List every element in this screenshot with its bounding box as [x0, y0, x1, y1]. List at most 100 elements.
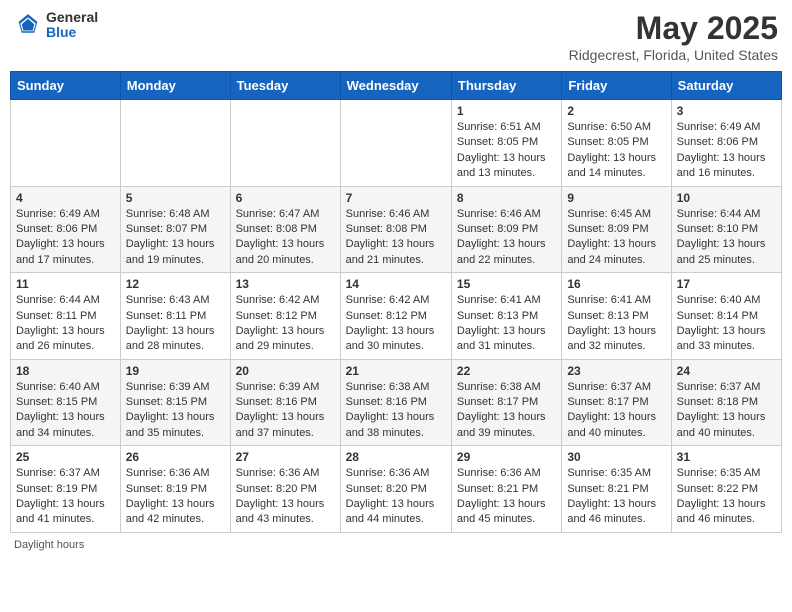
calendar-cell: 7 Sunrise: 6:46 AM Sunset: 8:08 PM Daylig…	[340, 186, 451, 273]
day-info: Sunrise: 6:43 AM Sunset: 8:11 PM Dayligh…	[126, 293, 225, 355]
day-info: Sunrise: 6:39 AM Sunset: 8:16 PM Dayligh…	[236, 380, 335, 442]
week-row-4: 18 Sunrise: 6:40 AM Sunset: 8:15 PM Dayli…	[11, 359, 782, 446]
day-number: 26	[126, 450, 225, 464]
day-info: Sunrise: 6:47 AM Sunset: 8:08 PM Dayligh…	[236, 207, 335, 269]
day-info: Sunrise: 6:46 AM Sunset: 8:09 PM Dayligh…	[457, 207, 556, 269]
calendar-cell: 15 Sunrise: 6:41 AM Sunset: 8:13 PM Dayli…	[451, 273, 561, 360]
day-info: Sunrise: 6:41 AM Sunset: 8:13 PM Dayligh…	[567, 293, 665, 355]
calendar-cell: 9Sunrise: 6:45 AM Sunset: 8:09 PM Daylig…	[562, 186, 671, 273]
calendar-cell: 10Sunrise: 6:44 AM Sunset: 8:10 PM Dayli…	[671, 186, 781, 273]
day-number: 11	[16, 277, 115, 291]
day-info: Sunrise: 6:40 AM Sunset: 8:14 PM Dayligh…	[677, 293, 776, 355]
logo-icon	[14, 11, 42, 39]
logo: General Blue	[14, 10, 98, 41]
day-number: 10	[677, 191, 776, 205]
day-info: Sunrise: 6:38 AM Sunset: 8:16 PM Dayligh…	[346, 380, 446, 442]
calendar-cell: 24Sunrise: 6:37 AM Sunset: 8:18 PM Dayli…	[671, 359, 781, 446]
calendar-cell: 30 Sunrise: 6:35 AM Sunset: 8:21 PM Dayli…	[562, 446, 671, 533]
day-info: Sunrise: 6:41 AM Sunset: 8:13 PM Dayligh…	[457, 293, 556, 355]
weekday-header-sunday: Sunday	[11, 72, 121, 100]
calendar-cell	[340, 100, 451, 187]
calendar-cell: 23Sunrise: 6:37 AM Sunset: 8:17 PM Dayli…	[562, 359, 671, 446]
day-number: 23	[567, 364, 665, 378]
calendar-cell: 21 Sunrise: 6:38 AM Sunset: 8:16 PM Dayli…	[340, 359, 451, 446]
day-info: Sunrise: 6:36 AM Sunset: 8:20 PM Dayligh…	[236, 466, 335, 528]
calendar-cell: 14 Sunrise: 6:42 AM Sunset: 8:12 PM Dayli…	[340, 273, 451, 360]
day-number: 28	[346, 450, 446, 464]
calendar-cell: 27Sunrise: 6:36 AM Sunset: 8:20 PM Dayli…	[230, 446, 340, 533]
weekday-header-wednesday: Wednesday	[340, 72, 451, 100]
day-info: Sunrise: 6:36 AM Sunset: 8:20 PM Dayligh…	[346, 466, 446, 528]
calendar-cell: 6 Sunrise: 6:47 AM Sunset: 8:08 PM Daylig…	[230, 186, 340, 273]
day-info: Sunrise: 6:40 AM Sunset: 8:15 PM Dayligh…	[16, 380, 115, 442]
calendar-cell: 19Sunrise: 6:39 AM Sunset: 8:15 PM Dayli…	[120, 359, 230, 446]
weekday-header-saturday: Saturday	[671, 72, 781, 100]
footer-text: Daylight hours	[14, 539, 84, 551]
week-row-2: 4 Sunrise: 6:49 AM Sunset: 8:06 PM Daylig…	[11, 186, 782, 273]
page-header: General Blue May 2025 Ridgecrest, Florid…	[10, 10, 782, 63]
day-number: 29	[457, 450, 556, 464]
weekday-header-thursday: Thursday	[451, 72, 561, 100]
calendar-cell: 18 Sunrise: 6:40 AM Sunset: 8:15 PM Dayli…	[11, 359, 121, 446]
day-number: 20	[236, 364, 335, 378]
day-info: Sunrise: 6:49 AM Sunset: 8:06 PM Dayligh…	[16, 207, 115, 269]
week-row-3: 11 Sunrise: 6:44 AM Sunset: 8:11 PM Dayli…	[11, 273, 782, 360]
day-number: 1	[457, 104, 556, 118]
day-info: Sunrise: 6:50 AM Sunset: 8:05 PM Dayligh…	[567, 120, 665, 182]
day-info: Sunrise: 6:39 AM Sunset: 8:15 PM Dayligh…	[126, 380, 225, 442]
footer: Daylight hours	[10, 539, 782, 551]
calendar-cell: 8 Sunrise: 6:46 AM Sunset: 8:09 PM Daylig…	[451, 186, 561, 273]
day-info: Sunrise: 6:36 AM Sunset: 8:21 PM Dayligh…	[457, 466, 556, 528]
calendar-cell: 2 Sunrise: 6:50 AM Sunset: 8:05 PM Daylig…	[562, 100, 671, 187]
title-block: May 2025 Ridgecrest, Florida, United Sta…	[569, 10, 778, 63]
day-number: 13	[236, 277, 335, 291]
day-number: 17	[677, 277, 776, 291]
day-info: Sunrise: 6:35 AM Sunset: 8:21 PM Dayligh…	[567, 466, 665, 528]
day-number: 14	[346, 277, 446, 291]
day-info: Sunrise: 6:51 AM Sunset: 8:05 PM Dayligh…	[457, 120, 556, 182]
day-info: Sunrise: 6:35 AM Sunset: 8:22 PM Dayligh…	[677, 466, 776, 528]
day-info: Sunrise: 6:44 AM Sunset: 8:11 PM Dayligh…	[16, 293, 115, 355]
calendar-cell: 22Sunrise: 6:38 AM Sunset: 8:17 PM Dayli…	[451, 359, 561, 446]
day-number: 7	[346, 191, 446, 205]
calendar-cell: 20 Sunrise: 6:39 AM Sunset: 8:16 PM Dayli…	[230, 359, 340, 446]
day-info: Sunrise: 6:38 AM Sunset: 8:17 PM Dayligh…	[457, 380, 556, 442]
day-number: 18	[16, 364, 115, 378]
day-number: 4	[16, 191, 115, 205]
logo-general-text: General	[46, 10, 98, 25]
calendar-cell: 11 Sunrise: 6:44 AM Sunset: 8:11 PM Dayli…	[11, 273, 121, 360]
calendar-cell: 17 Sunrise: 6:40 AM Sunset: 8:14 PM Dayli…	[671, 273, 781, 360]
day-number: 16	[567, 277, 665, 291]
day-info: Sunrise: 6:42 AM Sunset: 8:12 PM Dayligh…	[346, 293, 446, 355]
day-number: 31	[677, 450, 776, 464]
day-number: 25	[16, 450, 115, 464]
day-number: 8	[457, 191, 556, 205]
day-info: Sunrise: 6:46 AM Sunset: 8:08 PM Dayligh…	[346, 207, 446, 269]
week-row-5: 25Sunrise: 6:37 AM Sunset: 8:19 PM Dayli…	[11, 446, 782, 533]
day-number: 30	[567, 450, 665, 464]
day-number: 12	[126, 277, 225, 291]
day-number: 3	[677, 104, 776, 118]
day-info: Sunrise: 6:45 AM Sunset: 8:09 PM Dayligh…	[567, 207, 665, 269]
day-info: Sunrise: 6:49 AM Sunset: 8:06 PM Dayligh…	[677, 120, 776, 182]
calendar-cell: 29 Sunrise: 6:36 AM Sunset: 8:21 PM Dayli…	[451, 446, 561, 533]
day-info: Sunrise: 6:42 AM Sunset: 8:12 PM Dayligh…	[236, 293, 335, 355]
day-number: 21	[346, 364, 446, 378]
month-title: May 2025	[569, 10, 778, 47]
logo-blue-text: Blue	[46, 25, 98, 40]
day-number: 2	[567, 104, 665, 118]
weekday-header-monday: Monday	[120, 72, 230, 100]
day-number: 6	[236, 191, 335, 205]
calendar-cell: 12 Sunrise: 6:43 AM Sunset: 8:11 PM Dayli…	[120, 273, 230, 360]
calendar-cell: 13 Sunrise: 6:42 AM Sunset: 8:12 PM Dayli…	[230, 273, 340, 360]
day-info: Sunrise: 6:48 AM Sunset: 8:07 PM Dayligh…	[126, 207, 225, 269]
calendar-cell: 16 Sunrise: 6:41 AM Sunset: 8:13 PM Dayli…	[562, 273, 671, 360]
weekday-header-tuesday: Tuesday	[230, 72, 340, 100]
location: Ridgecrest, Florida, United States	[569, 47, 778, 63]
day-number: 24	[677, 364, 776, 378]
calendar-cell	[120, 100, 230, 187]
calendar-cell: 3 Sunrise: 6:49 AM Sunset: 8:06 PM Daylig…	[671, 100, 781, 187]
calendar-cell: 31 Sunrise: 6:35 AM Sunset: 8:22 PM Dayli…	[671, 446, 781, 533]
calendar-cell: 4 Sunrise: 6:49 AM Sunset: 8:06 PM Daylig…	[11, 186, 121, 273]
day-number: 15	[457, 277, 556, 291]
